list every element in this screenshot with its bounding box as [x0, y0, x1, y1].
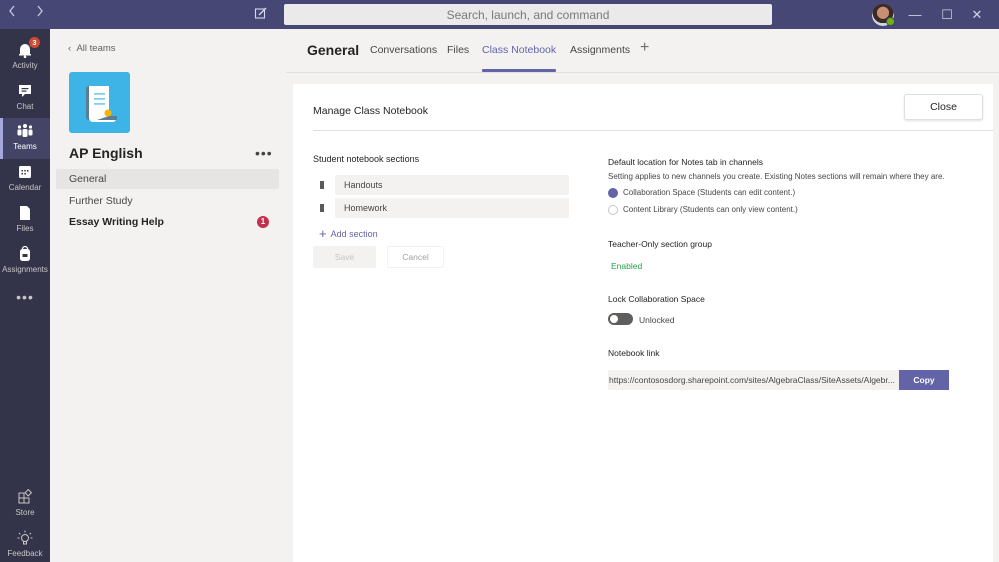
- radio-label: Content Library (Students can only view …: [623, 205, 798, 214]
- notebook-link-heading: Notebook link: [608, 348, 660, 358]
- save-button[interactable]: Save: [313, 246, 376, 268]
- channel-header: General Conversations Files Class Notebo…: [286, 29, 999, 73]
- notebook-link-field[interactable]: [608, 370, 899, 390]
- teacher-only-heading: Teacher-Only section group: [608, 239, 712, 249]
- teams-icon: [17, 124, 33, 137]
- team-name: AP English: [69, 145, 143, 161]
- channel-general[interactable]: General: [56, 169, 279, 189]
- compose-button[interactable]: [254, 6, 272, 24]
- channel-label: Further Study: [69, 195, 133, 207]
- channel-essay-writing-help[interactable]: Essay Writing Help 1: [56, 212, 279, 232]
- rail-label: Activity: [12, 61, 38, 70]
- radio-checked-icon: [608, 188, 618, 198]
- section-row: [313, 175, 569, 195]
- compose-icon: [254, 7, 267, 19]
- rail-item-assignments[interactable]: Assignments: [0, 241, 50, 282]
- drag-handle-icon[interactable]: [320, 181, 324, 189]
- rail-label: Feedback: [7, 549, 43, 558]
- drag-handle-icon[interactable]: [320, 204, 324, 212]
- lightbulb-icon: [17, 530, 33, 545]
- all-teams-link[interactable]: ‹ All teams: [68, 43, 116, 54]
- channel-label: General: [69, 173, 107, 185]
- rail-item-chat[interactable]: Chat: [0, 78, 50, 119]
- rail-item-calendar[interactable]: Calendar: [0, 159, 50, 200]
- close-window-button[interactable]: ✕: [966, 4, 988, 26]
- default-location-heading: Default location for Notes tab in channe…: [608, 157, 763, 167]
- lock-heading: Lock Collaboration Space: [608, 294, 705, 304]
- sections-heading: Student notebook sections: [313, 154, 420, 164]
- add-tab-button[interactable]: +: [640, 39, 649, 57]
- lock-state-label: Unlocked: [639, 315, 675, 325]
- rail-item-activity[interactable]: 3 Activity: [0, 37, 50, 78]
- rail-label: Teams: [13, 142, 37, 151]
- channel-unread-badge: 1: [257, 216, 269, 228]
- teacher-only-status: Enabled: [611, 261, 643, 271]
- tab-files[interactable]: Files: [447, 44, 469, 56]
- channel-label: Essay Writing Help: [69, 216, 164, 228]
- chat-icon: [19, 85, 31, 97]
- store-icon: [18, 488, 33, 504]
- section-row: [313, 198, 569, 218]
- radio-label: Collaboration Space (Students can edit c…: [623, 188, 796, 197]
- rail-item-feedback[interactable]: Feedback: [0, 525, 50, 562]
- plus-icon: +: [319, 226, 327, 241]
- backpack-icon: [20, 245, 30, 261]
- maximize-button[interactable]: ☐: [936, 4, 958, 26]
- copy-link-button[interactable]: Copy: [899, 370, 949, 390]
- add-section-button[interactable]: + Add section: [319, 226, 378, 241]
- panel-title: Manage Class Notebook: [313, 105, 428, 117]
- back-button[interactable]: [2, 4, 22, 24]
- team-panel: ‹ All teams AP English ••• General Furth…: [50, 29, 286, 562]
- rail-label: Chat: [16, 102, 34, 111]
- section-name-input[interactable]: [335, 175, 569, 195]
- rail-label: Assignments: [2, 265, 48, 274]
- app-rail: 3 Activity Chat Teams Calendar Files Ass…: [0, 29, 50, 562]
- activity-badge: 3: [29, 37, 40, 48]
- file-icon: [20, 206, 30, 220]
- toggle-knob: [610, 315, 618, 323]
- minimize-button[interactable]: —: [904, 4, 926, 26]
- add-section-label: Add section: [330, 229, 378, 239]
- search-input[interactable]: [284, 4, 772, 25]
- lock-toggle[interactable]: [608, 313, 633, 325]
- chevron-left-icon: [9, 5, 15, 17]
- tab-assignments[interactable]: Assignments: [570, 44, 630, 56]
- cancel-button[interactable]: Cancel: [387, 246, 444, 268]
- section-name-input[interactable]: [335, 198, 569, 218]
- calendar-icon: [19, 166, 31, 178]
- forward-button[interactable]: [30, 4, 50, 24]
- team-more-options-button[interactable]: •••: [255, 145, 273, 161]
- rail-item-store[interactable]: Store: [0, 484, 50, 525]
- active-tab-indicator: [482, 69, 556, 72]
- title-bar: — ☐ ✕: [0, 0, 999, 29]
- tab-conversations[interactable]: Conversations: [370, 44, 437, 56]
- settings-column: Default location for Notes tab in channe…: [608, 84, 988, 562]
- chevron-right-icon: [37, 5, 43, 17]
- more-apps-button[interactable]: •••: [0, 290, 50, 308]
- presence-status-icon: [886, 17, 895, 26]
- rail-label: Store: [15, 508, 35, 517]
- tab-class-notebook[interactable]: Class Notebook: [482, 44, 556, 56]
- channel-further-study[interactable]: Further Study: [56, 191, 279, 211]
- rail-item-teams[interactable]: Teams: [0, 118, 50, 159]
- rail-label: Files: [16, 224, 34, 233]
- scroll-icon: [86, 86, 117, 122]
- team-avatar: [69, 72, 130, 133]
- rail-label: Calendar: [8, 183, 42, 192]
- all-teams-label: All teams: [76, 43, 116, 54]
- default-location-description: Setting applies to new channels you crea…: [608, 172, 945, 181]
- channel-title: General: [307, 42, 360, 58]
- manage-class-notebook-panel: Manage Class Notebook Close Student note…: [293, 84, 993, 562]
- rail-item-files[interactable]: Files: [0, 200, 50, 241]
- radio-unchecked-icon: [608, 205, 618, 215]
